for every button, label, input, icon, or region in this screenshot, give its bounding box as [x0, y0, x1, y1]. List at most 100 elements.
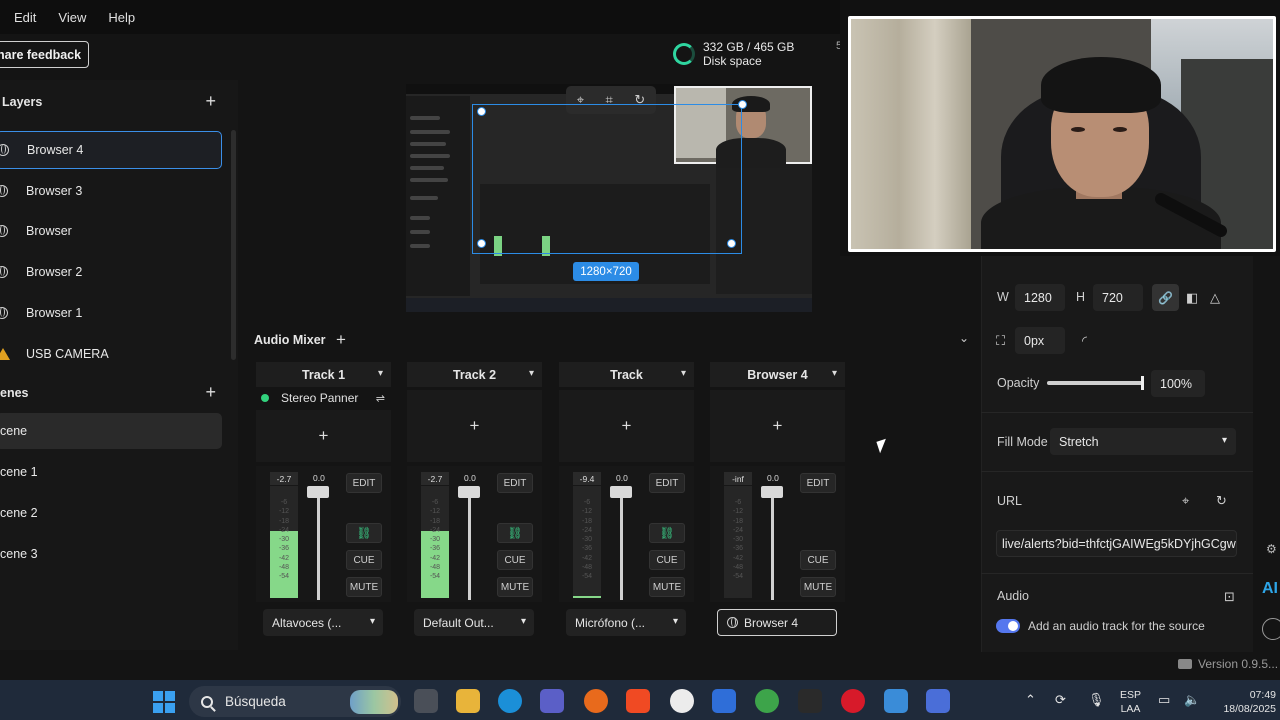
add-effect-button[interactable]: +: [710, 390, 845, 462]
fader-knob[interactable]: [610, 486, 632, 498]
scene-item[interactable]: cene 3: [0, 536, 222, 572]
flip-horizontal-icon[interactable]: ◧: [1186, 290, 1198, 306]
volume-icon[interactable]: 🔈: [1184, 692, 1200, 708]
fill-mode-select[interactable]: Stretch ▾: [1050, 428, 1236, 455]
sliders-icon[interactable]: ⇌: [376, 392, 385, 405]
store-icon[interactable]: [712, 689, 736, 713]
tray-chevron-icon[interactable]: ⌃: [1025, 692, 1036, 708]
corner-radius-input[interactable]: 0px: [1015, 327, 1065, 354]
share-feedback-button[interactable]: hare feedback: [0, 41, 89, 68]
gear-icon[interactable]: ⚙: [1266, 542, 1277, 556]
selection-box[interactable]: [472, 100, 747, 254]
chevron-down-icon[interactable]: ▾: [529, 368, 534, 379]
avatar[interactable]: [1262, 618, 1280, 640]
chevron-down-icon[interactable]: ▾: [681, 368, 686, 379]
audio-settings-icon[interactable]: ⊡: [1224, 589, 1235, 605]
layer-item[interactable]: Browser 2: [0, 253, 222, 291]
refresh-icon[interactable]: ↻: [1216, 493, 1227, 509]
epic-games-icon[interactable]: [798, 689, 822, 713]
teams-icon[interactable]: [540, 689, 564, 713]
chevron-down-icon[interactable]: ⌄: [959, 331, 969, 345]
output-device-select[interactable]: Browser 4: [717, 609, 837, 636]
mute-button[interactable]: MUTE: [649, 577, 685, 597]
resize-handle[interactable]: [477, 239, 486, 248]
volume-fader[interactable]: [771, 488, 774, 600]
edit-button[interactable]: EDIT: [497, 473, 533, 493]
fader-knob[interactable]: [458, 486, 480, 498]
layer-item[interactable]: USB CAMERA: [0, 335, 222, 373]
scene-item[interactable]: cene 1: [0, 454, 222, 490]
cue-button[interactable]: CUE: [346, 550, 382, 570]
layer-item[interactable]: Browser 1: [0, 294, 222, 332]
effect-row[interactable]: Stereo Panner ⇌: [256, 388, 391, 408]
task-view-icon[interactable]: [414, 689, 438, 713]
resize-handle[interactable]: [738, 100, 747, 109]
resize-handle[interactable]: [727, 239, 736, 248]
add-track-icon[interactable]: +: [336, 330, 346, 350]
edit-button[interactable]: EDIT: [346, 473, 382, 493]
photos-icon[interactable]: [884, 689, 908, 713]
app-icon[interactable]: [670, 689, 694, 713]
brave-icon[interactable]: [626, 689, 650, 713]
add-effect-button[interactable]: +: [407, 390, 542, 462]
add-effect-button[interactable]: +: [559, 390, 694, 462]
opacity-input[interactable]: 100%: [1151, 370, 1205, 397]
meld-studio-icon[interactable]: [926, 689, 950, 713]
windows-start-icon[interactable]: [153, 691, 175, 713]
network-icon[interactable]: ▭: [1158, 692, 1170, 708]
edit-button[interactable]: EDIT: [649, 473, 685, 493]
width-input[interactable]: 1280: [1015, 284, 1065, 311]
edit-button[interactable]: EDIT: [800, 473, 836, 493]
track-header[interactable]: Browser 4 ▾: [710, 362, 845, 387]
track-header[interactable]: Track ▾: [559, 362, 694, 387]
flip-vertical-icon[interactable]: △: [1210, 290, 1220, 306]
link-button[interactable]: ⛓: [346, 523, 382, 543]
output-device-select[interactable]: Altavoces (... ▾: [263, 609, 383, 636]
microphone-icon[interactable]: 🎙: [1088, 692, 1105, 708]
layer-item[interactable]: Browser 3: [0, 172, 222, 210]
audio-track-toggle[interactable]: [996, 619, 1020, 633]
fader-knob[interactable]: [307, 486, 329, 498]
scene-item[interactable]: cene: [0, 413, 222, 449]
taskbar-clock[interactable]: 07:49 18/08/2025: [1214, 688, 1276, 716]
track-header[interactable]: Track 2 ▾: [407, 362, 542, 387]
chevron-down-icon[interactable]: ▾: [832, 368, 837, 379]
cue-button[interactable]: CUE: [649, 550, 685, 570]
edge-browser-icon[interactable]: [498, 689, 522, 713]
cue-button[interactable]: CUE: [497, 550, 533, 570]
layer-item[interactable]: Browser: [0, 212, 222, 250]
link-button[interactable]: ⛓: [649, 523, 685, 543]
menu-view[interactable]: View: [58, 10, 86, 25]
volume-fader[interactable]: [317, 488, 320, 600]
ai-badge-icon[interactable]: AI: [1262, 580, 1278, 598]
opacity-slider-thumb[interactable]: [1141, 376, 1144, 390]
chrome-icon[interactable]: [755, 689, 779, 713]
mute-button[interactable]: MUTE: [346, 577, 382, 597]
chevron-down-icon[interactable]: ▾: [378, 368, 383, 379]
add-effect-button[interactable]: +: [256, 410, 391, 462]
layer-item[interactable]: Browser 4: [0, 131, 222, 169]
firefox-icon[interactable]: [584, 689, 608, 713]
volume-fader[interactable]: [468, 488, 471, 600]
height-input[interactable]: 720: [1093, 284, 1143, 311]
resize-handle[interactable]: [477, 107, 486, 116]
add-layer-icon[interactable]: +: [205, 91, 216, 112]
cursor-interact-icon[interactable]: ⌖: [1182, 493, 1189, 509]
scene-item[interactable]: cene 2: [0, 495, 222, 531]
opacity-slider[interactable]: [1047, 381, 1143, 385]
opera-icon[interactable]: [841, 689, 865, 713]
file-explorer-icon[interactable]: [456, 689, 480, 713]
url-input[interactable]: live/alerts?bid=thfctjGAIWEg5kDYjhGCgw: [996, 530, 1237, 557]
cue-button[interactable]: CUE: [800, 550, 836, 570]
add-scene-icon[interactable]: +: [205, 382, 216, 403]
sync-icon[interactable]: ⟳: [1055, 692, 1066, 708]
output-device-select[interactable]: Default Out... ▾: [414, 609, 534, 636]
track-header[interactable]: Track 1 ▾: [256, 362, 391, 387]
volume-fader[interactable]: [620, 488, 623, 600]
menu-help[interactable]: Help: [108, 10, 135, 25]
layers-scrollbar[interactable]: [231, 130, 236, 360]
menu-edit[interactable]: Edit: [14, 10, 36, 25]
mute-button[interactable]: MUTE: [497, 577, 533, 597]
output-device-select[interactable]: Micrófono (... ▾: [566, 609, 686, 636]
aspect-lock-button[interactable]: 🔗: [1152, 284, 1179, 311]
